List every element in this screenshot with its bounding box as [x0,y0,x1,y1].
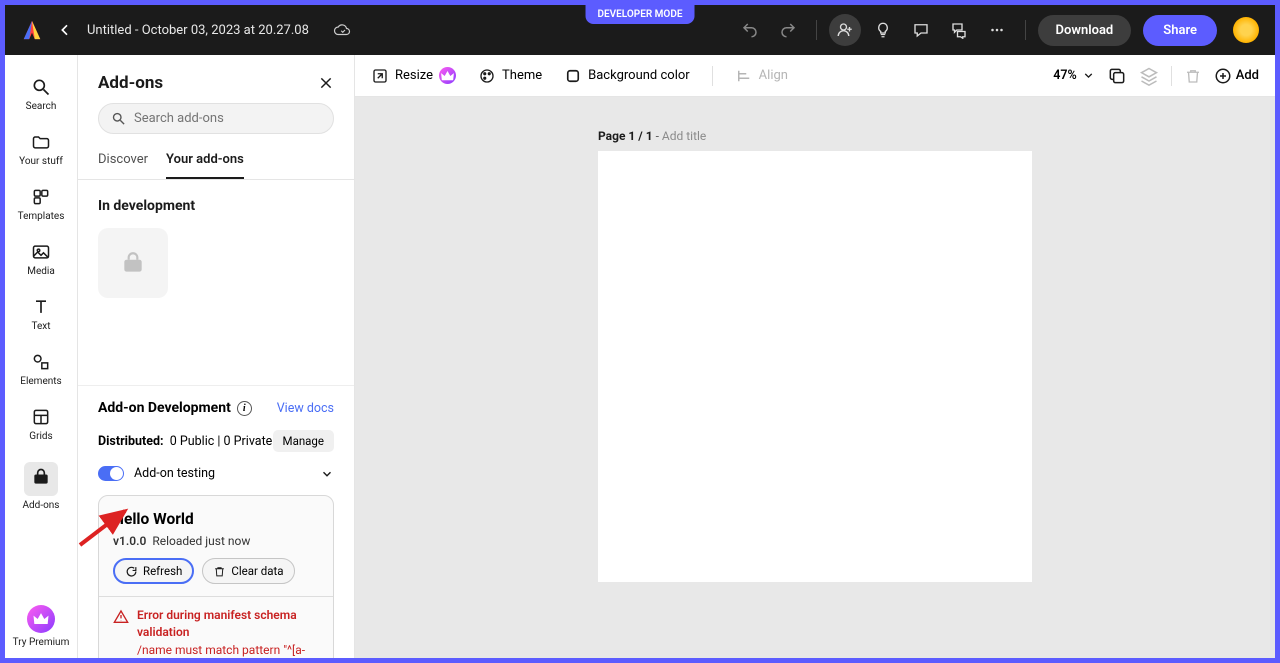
back-icon[interactable] [57,22,73,38]
developer-mode-badge: DEVELOPER MODE [586,5,695,24]
addon-version: v1.0.0 [113,534,146,548]
templates-icon [31,187,51,207]
search-icon [31,77,51,97]
page-title-hint[interactable]: Add title [662,129,706,143]
redo-icon[interactable] [772,14,804,46]
cloud-sync-icon[interactable] [333,21,351,39]
left-rail: Search Your stuff Templates Media Text E… [5,55,78,658]
addon-thumbnail[interactable] [98,228,168,298]
more-icon[interactable] [981,14,1013,46]
addons-icon [120,250,146,276]
resize-button[interactable]: Resize [371,67,456,85]
addon-development-card: Add-on Development i View docs Distribute… [78,385,354,658]
separator [816,20,817,40]
testing-toggle[interactable] [98,466,124,481]
share-button[interactable]: Share [1143,15,1217,46]
undo-icon[interactable] [734,14,766,46]
clear-data-button[interactable]: Clear data [202,558,294,584]
text-icon [31,297,51,317]
refresh-button[interactable]: Refresh [113,558,194,584]
search-input[interactable] [134,111,321,126]
view-docs-link[interactable]: View docs [277,401,334,416]
plus-icon [1214,67,1232,85]
search-addons-field[interactable] [98,103,334,134]
rail-templates[interactable]: Templates [5,177,77,232]
canvas-page[interactable] [598,151,1032,582]
manage-button[interactable]: Manage [273,430,334,452]
search-icon [111,111,126,126]
layers-icon[interactable] [1139,66,1159,86]
tab-discover[interactable]: Discover [98,146,148,179]
bg-color-icon [564,67,582,85]
heading-in-development: In development [98,198,334,214]
canvas-toolbar: Resize Theme Background color Align 47% … [355,55,1275,97]
chat-icon[interactable] [943,14,975,46]
idea-icon[interactable] [867,14,899,46]
addon-instance-card: Hello World v1.0.0 Reloaded just now Ref… [98,495,334,658]
rail-text[interactable]: Text [5,287,77,342]
canvas-stage[interactable]: Page 1 / 1 - Add title [355,97,1275,658]
rail-grids[interactable]: Grids [5,397,77,452]
app-logo-icon [21,19,43,41]
refresh-icon [125,565,138,578]
background-color-button[interactable]: Background color [564,67,690,85]
user-avatar[interactable] [1233,17,1259,43]
theme-button[interactable]: Theme [478,67,542,85]
trash-icon [213,565,226,578]
log-err-icon [113,609,129,630]
chevron-down-icon [320,467,334,481]
folder-icon [31,132,51,152]
align-icon [735,67,753,85]
log-title: Error during manifest schema validation [137,607,319,642]
resize-icon [371,67,389,85]
elements-icon [31,352,51,372]
duplicate-icon[interactable] [1107,66,1127,86]
media-icon [31,242,51,262]
addon-name: Hello World [113,510,319,528]
addon-reload-status: Reloaded just now [152,534,250,548]
addons-panel: Add-ons Discover Your add-ons In develop… [78,55,355,658]
separator [1171,66,1172,86]
panel-title: Add-ons [98,73,163,93]
close-icon[interactable] [318,75,334,91]
grids-icon [31,407,51,427]
align-button: Align [735,67,788,85]
download-button[interactable]: Download [1038,15,1132,46]
info-icon[interactable]: i [237,401,252,416]
addons-icon [31,467,51,487]
distributed-value: 0 Public | 0 Private [170,434,273,449]
theme-icon [478,67,496,85]
log-entry: Error during manifest schema validation/… [113,607,319,658]
log-detail: /name must match pattern "^[a-zA-Z0-9]+[… [137,642,319,658]
rail-your-stuff[interactable]: Your stuff [5,122,77,177]
distributed-label: Distributed: [98,434,164,449]
separator [712,66,713,86]
zoom-dropdown[interactable]: 47% [1053,68,1095,83]
addon-testing-row[interactable]: Add-on testing [98,466,334,481]
rail-elements[interactable]: Elements [5,342,77,397]
rail-search[interactable]: Search [5,67,77,122]
premium-badge-icon [439,67,456,84]
rail-premium[interactable]: Try Premium [5,595,77,658]
add-button[interactable]: Add [1214,67,1259,85]
crown-icon [31,609,51,629]
trash-icon[interactable] [1184,67,1202,85]
separator [1025,20,1026,40]
page-indicator: Page 1 / 1 [598,129,653,143]
document-title[interactable]: Untitled - October 03, 2023 at 20.27.08 [87,23,309,38]
testing-label: Add-on testing [134,466,215,481]
canvas-area: Resize Theme Background color Align 47% … [355,55,1275,658]
rail-addons[interactable]: Add-ons [5,452,77,521]
chevron-down-icon [1082,69,1095,82]
comment-icon[interactable] [905,14,937,46]
tab-your-addons[interactable]: Your add-ons [166,146,244,179]
dev-title: Add-on Development [98,400,231,416]
rail-media[interactable]: Media [5,232,77,287]
invite-icon[interactable] [829,14,861,46]
